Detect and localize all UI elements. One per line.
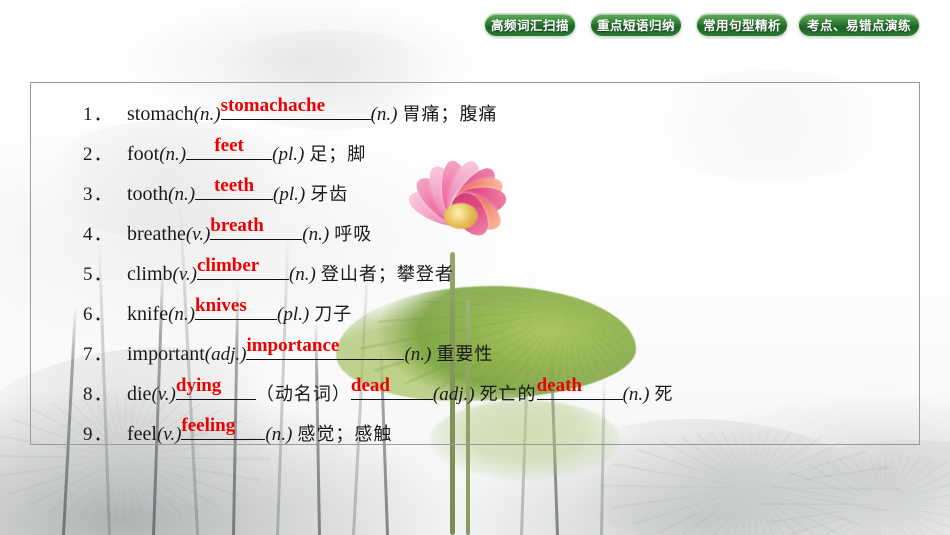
answer-text: feet — [214, 135, 244, 156]
answer-text: teeth — [213, 175, 255, 196]
item-stem-word: tooth — [127, 183, 169, 205]
item-stem-pos: (v.) — [185, 224, 211, 245]
item-meaning: 登山者；攀登者 — [320, 264, 454, 285]
item-number: 4． — [83, 224, 114, 245]
answer-blank[interactable]: breath — [210, 213, 303, 240]
exercise-item: 5． climb(v.) climber (n.) 登山者；攀登者 — [83, 253, 907, 293]
top-nav-bar: 高频词汇扫描 重点短语归纳 常用句型精析 考点、易错点演练 — [0, 13, 950, 39]
leaf-vein-texture — [760, 455, 950, 535]
item-answer-pos: (n.) — [404, 344, 432, 365]
exercise-item: 3． tooth(n.) teeth (pl.) 牙齿 — [83, 173, 907, 213]
exercise-list: 1． stomach(n.) stomachache (n.) 胃痛；腹痛 2． foo… — [83, 93, 907, 453]
item-answer-pos: (n.) — [370, 104, 398, 125]
answer-text: stomachache — [220, 95, 326, 116]
answer-text: feeling — [181, 415, 236, 436]
exercise-item: 1． stomach(n.) stomachache (n.) 胃痛；腹痛 — [83, 93, 907, 133]
item-stem-word: foot — [127, 143, 160, 165]
item-number: 1． — [83, 104, 114, 125]
item-meaning: 胃痛；腹痛 — [402, 104, 498, 125]
item-answer-pos: (pl.) — [277, 304, 310, 325]
exercise-item: 4． breathe(v.) breath (n.) 呼吸 — [83, 213, 907, 253]
item-stem-word: knife — [127, 303, 169, 325]
answer-text: climber — [196, 255, 260, 276]
item-number: 2． — [83, 144, 114, 165]
item-stem-word: important — [127, 343, 205, 365]
item-stem-word: stomach — [127, 103, 194, 125]
nav-pill-exam-practice[interactable]: 考点、易错点演练 — [798, 13, 920, 37]
item-stem-word: feel — [127, 423, 157, 445]
item-stem-pos: (n.) — [159, 144, 187, 165]
answer-blank[interactable]: climber — [196, 253, 289, 280]
item-stem-pos: (v.) — [172, 264, 197, 285]
item-mid-pos-1: （动名词） — [255, 384, 351, 405]
answer-blank[interactable]: stomachache — [220, 93, 371, 120]
item-stem-word: climb — [127, 263, 173, 285]
item-answer-pos: (n.) — [622, 384, 650, 405]
item-meaning: 感觉；感触 — [297, 424, 393, 445]
item-meaning-2: 死亡的 — [479, 384, 537, 405]
faded-lotus-leaf-icon — [760, 440, 950, 535]
answer-blank[interactable]: importance — [246, 333, 405, 360]
nav-pill-key-phrases[interactable]: 重点短语归纳 — [590, 13, 682, 37]
answer-text: importance — [246, 335, 340, 356]
answer-text: knives — [195, 295, 247, 316]
exercise-item: 7． important(adj.) importance (n.) 重要性 — [83, 333, 907, 373]
item-stem-pos: (adj.) — [204, 344, 247, 365]
item-meaning: 牙齿 — [310, 184, 349, 205]
item-stem-pos: (n.) — [193, 104, 221, 125]
answer-text: dying — [175, 375, 222, 396]
answer-blank[interactable]: dying — [175, 373, 256, 400]
item-number: 9． — [83, 424, 114, 445]
answer-text: death — [536, 375, 582, 396]
exercise-item: 2． foot(n.) feet (pl.) 足；脚 — [83, 133, 907, 173]
item-stem-pos: (v.) — [156, 424, 182, 445]
item-stem-pos: (n.) — [168, 304, 195, 325]
item-meaning: 足；脚 — [309, 144, 367, 165]
answer-blank[interactable]: death — [536, 373, 623, 400]
item-answer-pos: (pl.) — [273, 184, 306, 205]
item-answer-pos: (n.) — [288, 264, 316, 285]
item-meaning: 重要性 — [436, 344, 494, 365]
item-meaning: 刀子 — [314, 304, 353, 325]
item-number: 6． — [83, 304, 114, 325]
nav-pill-sentence-patterns[interactable]: 常用句型精析 — [696, 13, 788, 37]
answer-blank[interactable]: teeth — [195, 173, 274, 200]
item-meaning: 呼吸 — [334, 224, 373, 245]
item-answer-pos: (n.) — [302, 224, 330, 245]
item-number: 5． — [83, 264, 114, 285]
item-stem-word: die — [127, 383, 152, 405]
slide-root: 高频词汇扫描 重点短语归纳 常用句型精析 考点、易错点演练 1． stomach(… — [0, 0, 950, 535]
answer-text: breath — [210, 215, 264, 236]
exercise-item: 8． die(v.) dying （动名词） dead (adj.) 死亡的 death (n… — [83, 373, 907, 413]
item-number: 3． — [83, 184, 114, 205]
item-stem-pos: (n.) — [168, 184, 196, 205]
item-mid-pos-2: (adj.) — [432, 384, 475, 405]
item-stem-word: breathe — [127, 223, 186, 245]
exercise-item: 6． knife(n.) knives (pl.) 刀子 — [83, 293, 907, 333]
item-number: 8． — [83, 384, 114, 405]
item-meaning: 死 — [654, 384, 674, 405]
answer-blank[interactable]: feeling — [181, 413, 266, 440]
answer-blank[interactable]: knives — [195, 293, 277, 320]
item-number: 7． — [83, 344, 114, 365]
exercise-item: 9． feel(v.) feeling (n.) 感觉；感触 — [83, 413, 907, 453]
item-stem-pos: (v.) — [151, 384, 176, 405]
exercise-panel: 1． stomach(n.) stomachache (n.) 胃痛；腹痛 2． foo… — [30, 82, 920, 445]
item-answer-pos: (n.) — [265, 424, 293, 445]
answer-blank[interactable]: feet — [186, 133, 273, 160]
nav-pill-vocab-scan[interactable]: 高频词汇扫描 — [484, 13, 576, 37]
item-answer-pos: (pl.) — [272, 144, 305, 165]
answer-text: dead — [350, 375, 390, 396]
answer-blank[interactable]: dead — [350, 373, 433, 400]
